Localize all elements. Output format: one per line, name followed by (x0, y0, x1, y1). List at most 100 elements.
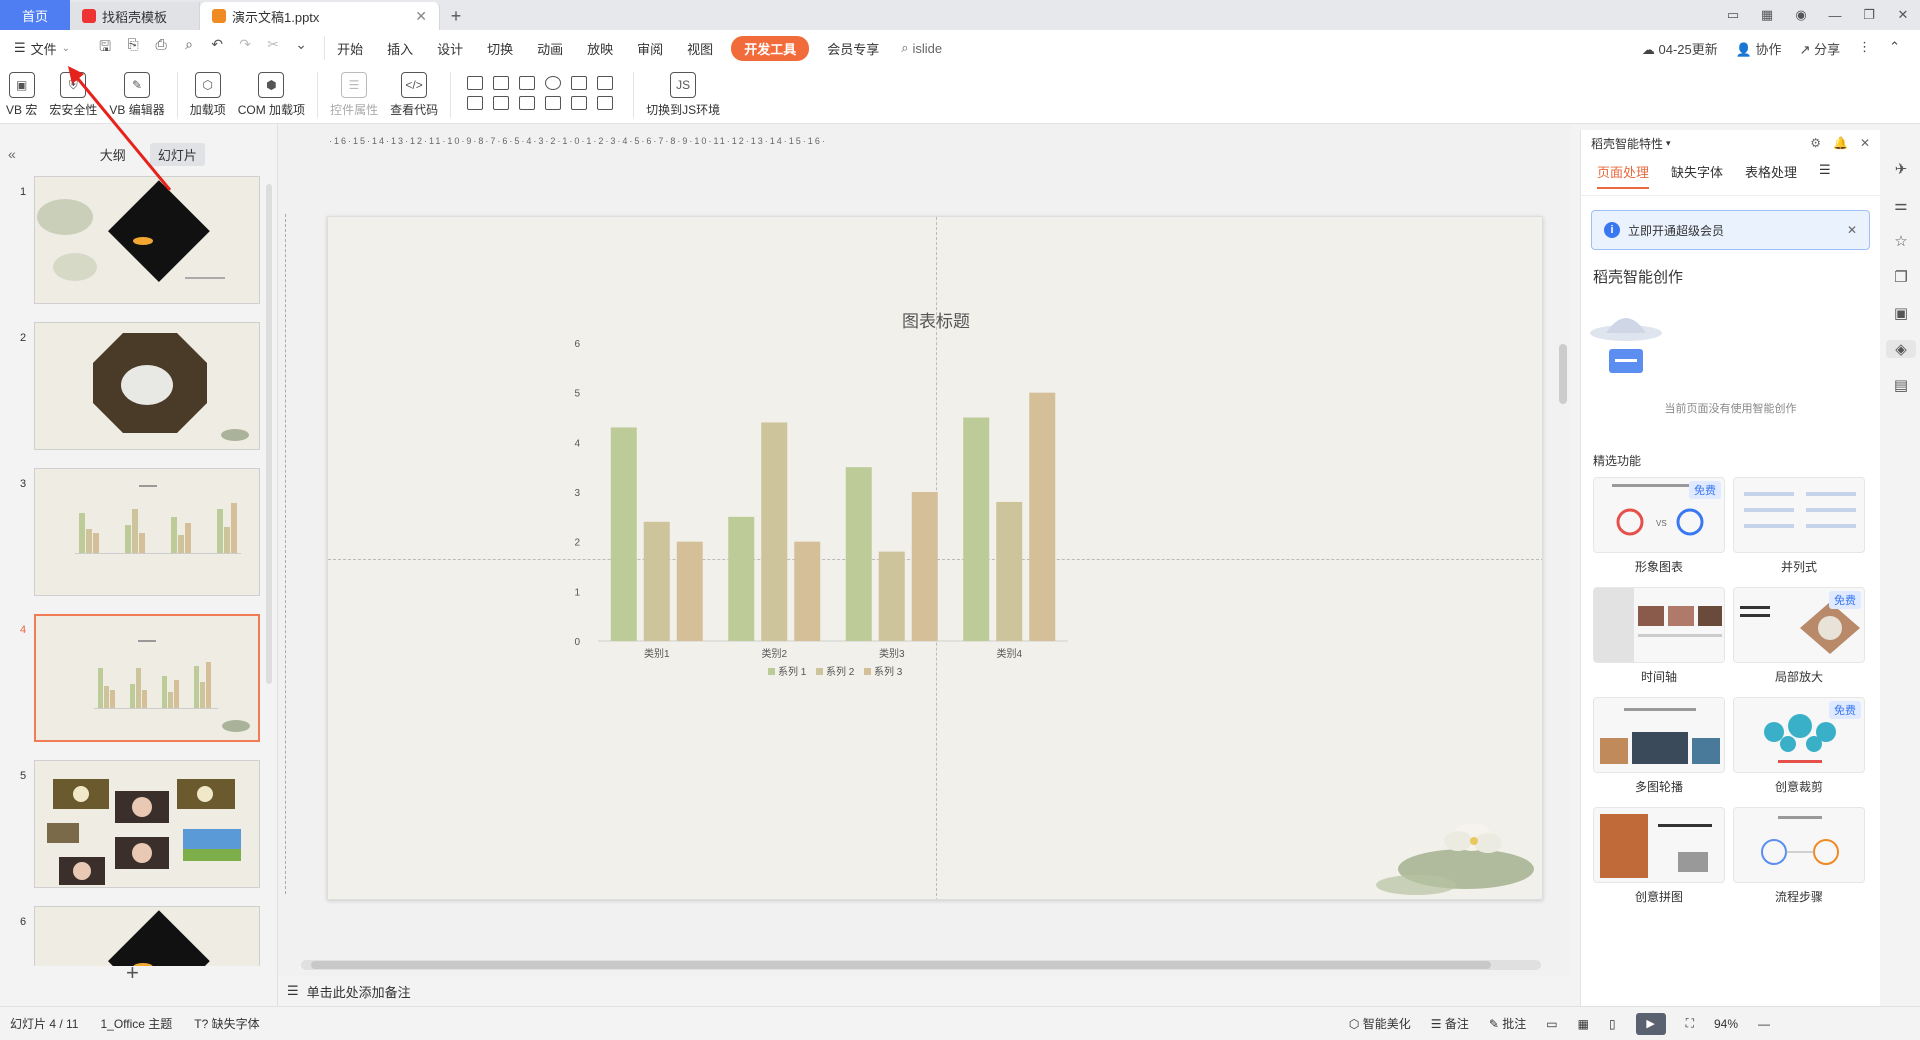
com-addins-button[interactable]: ⬢ COM 加载项 (232, 72, 311, 118)
feature-item[interactable]: 多图轮播 (1593, 697, 1725, 803)
fit-icon[interactable]: ⛶ (1686, 1016, 1694, 1031)
menu-design[interactable]: 设计 (425, 39, 475, 58)
rocket-icon[interactable]: ✈ (1895, 160, 1908, 178)
tab-slides[interactable]: 幻灯片 (149, 142, 205, 166)
avatar[interactable]: ◉ (1784, 7, 1818, 23)
switch-js-button[interactable]: JS 切换到JS环境 (640, 72, 726, 118)
canvas-horizontal-scrollbar[interactable] (301, 960, 1541, 970)
menu-view[interactable]: 视图 (675, 39, 725, 58)
feature-item[interactable]: 流程步骤 (1733, 807, 1865, 913)
menu-transition[interactable]: 切换 (475, 39, 525, 58)
tab-template[interactable]: 找稻壳模板 (70, 2, 200, 30)
feature-item[interactable]: VS 免费 形象图表 (1593, 477, 1725, 583)
smart-feature-icon[interactable]: ◈ (1886, 340, 1916, 358)
slide-thumbnail-2[interactable] (34, 322, 260, 450)
label-control-icon[interactable] (545, 96, 562, 110)
image-control-icon[interactable] (571, 96, 588, 110)
print-icon[interactable]: ⎙ (152, 36, 170, 60)
comments-button[interactable]: ✎ 批注 (1489, 1015, 1526, 1032)
save-icon[interactable]: 🖫 (96, 36, 114, 60)
current-slide[interactable]: 图表标题 0 1 2 3 4 5 6 类别1 类别2 类别3 类别4 系列 1 系列 2 系列 3 (327, 216, 1543, 900)
tab-document[interactable]: 演示文稿1.pptx ✕ (200, 2, 440, 30)
tab-table-processing[interactable]: 表格处理 (1745, 162, 1797, 189)
bar-chart[interactable]: 图表标题 0 1 2 3 4 5 6 类别1 类别2 类别3 类别4 系列 1 系列 2 系列 3 (328, 217, 1543, 900)
notes-button[interactable]: ☰ 备注 (1431, 1015, 1469, 1032)
menu-review[interactable]: 审阅 (625, 39, 675, 58)
minimize-icon[interactable]: — (1818, 8, 1852, 23)
reading-view-icon[interactable]: ▯ (1609, 1017, 1616, 1031)
tab-missing-font[interactable]: 缺失字体 (1671, 162, 1723, 189)
close-pane-icon[interactable]: ✕ (1860, 136, 1870, 150)
button-control-icon[interactable] (519, 76, 536, 90)
tab-outline[interactable]: 大纲 (100, 145, 126, 164)
image-icon[interactable]: ▣ (1894, 304, 1908, 322)
menu-slideshow[interactable]: 放映 (575, 39, 625, 58)
vb-macro-button[interactable]: ▣ VB 宏 (0, 72, 43, 118)
collapse-panel-icon[interactable]: « (8, 146, 16, 162)
frame-control-icon[interactable] (597, 96, 614, 110)
feature-item[interactable]: 免费 创意裁剪 (1733, 697, 1865, 803)
more-icon[interactable]: ⌄ (292, 36, 310, 60)
format-painter-icon[interactable]: ✂ (264, 36, 282, 60)
menu-home[interactable]: 开始 (325, 39, 375, 58)
search-box[interactable]: ⌕ islide (891, 40, 952, 56)
tab-page-processing[interactable]: 页面处理 (1597, 162, 1650, 189)
feature-item[interactable]: 时间轴 (1593, 587, 1725, 693)
slide-thumbnail-3[interactable] (34, 468, 260, 596)
radio-control-icon[interactable] (545, 76, 562, 90)
feature-item[interactable]: 并列式 (1733, 477, 1865, 583)
slide-thumbnail-5[interactable] (34, 760, 260, 888)
close-banner-icon[interactable]: ✕ (1847, 223, 1857, 237)
star-icon[interactable]: ☆ (1894, 232, 1907, 250)
file-menu-button[interactable]: ☰ 文件 ⌄ (0, 39, 82, 58)
vb-editor-button[interactable]: ✎ VB 编辑器 (103, 72, 170, 118)
slide-thumbnail-1[interactable] (34, 176, 260, 304)
missing-font-button[interactable]: T? 缺失字体 (194, 1015, 259, 1032)
menu-icon[interactable]: ☰ (1819, 162, 1831, 189)
menu-member[interactable]: 会员专享 (815, 39, 891, 58)
settings-icon[interactable]: ⚙ (1810, 136, 1821, 150)
menu-insert[interactable]: 插入 (375, 39, 425, 58)
menu-developer[interactable]: 开发工具 (731, 35, 810, 61)
add-slide-button[interactable]: + (126, 960, 139, 986)
preview-icon[interactable]: ⌕ (180, 36, 198, 60)
view-code-button[interactable]: </> 查看代码 (384, 72, 444, 118)
export-icon[interactable]: ⎘ (124, 36, 142, 60)
new-tab-button[interactable]: + (440, 2, 472, 30)
pin-icon[interactable]: 🔔 (1833, 136, 1848, 150)
listbox-control-icon[interactable] (571, 76, 588, 90)
more-menu-icon[interactable]: ⋮ (1858, 39, 1871, 58)
normal-view-icon[interactable]: ▭ (1546, 1017, 1557, 1031)
toggle-control-icon[interactable] (467, 96, 484, 110)
grid-icon[interactable]: ▦ (1750, 7, 1784, 23)
close-window-icon[interactable]: ✕ (1886, 7, 1920, 23)
beautify-button[interactable]: ⬡ 智能美化 (1349, 1015, 1411, 1032)
close-tab-icon[interactable]: ✕ (415, 8, 427, 25)
canvas-vertical-scrollbar[interactable] (1559, 344, 1567, 404)
menu-animation[interactable]: 动画 (525, 39, 575, 58)
copy-icon[interactable]: ❐ (1894, 268, 1907, 286)
scroll-thumb[interactable] (311, 961, 1491, 969)
slide-thumbnail-6[interactable] (34, 906, 260, 966)
thumbnail-scrollbar[interactable] (266, 184, 272, 684)
restore-icon[interactable]: ❐ (1852, 7, 1886, 23)
notes-area[interactable]: ☰ 单击此处添加备注 (279, 976, 1571, 1006)
zoom-out-icon[interactable]: — (1758, 1017, 1770, 1031)
feature-item[interactable]: 免费 局部放大 (1733, 587, 1865, 693)
addins-button[interactable]: ⬡ 加载项 (184, 72, 232, 118)
sorter-view-icon[interactable]: ▦ (1578, 1017, 1589, 1031)
undo-icon[interactable]: ↶ (208, 36, 226, 60)
collapse-ribbon-icon[interactable]: ⌃ (1889, 39, 1900, 58)
combobox-control-icon[interactable] (597, 76, 614, 90)
tab-home[interactable]: 首页 (0, 0, 70, 30)
zoom-level[interactable]: 94% (1714, 1017, 1738, 1031)
pane-title[interactable]: 稻壳智能特性 (1591, 135, 1663, 152)
collab-button[interactable]: 👤 协作 (1736, 39, 1782, 58)
spin-control-icon[interactable] (493, 96, 510, 110)
book-icon[interactable]: ▤ (1894, 376, 1908, 394)
play-button[interactable]: ▶ (1635, 1012, 1666, 1035)
feature-item[interactable]: 创意拼图 (1593, 807, 1725, 913)
scrollbar-control-icon[interactable] (519, 96, 536, 110)
sliders-icon[interactable]: ⚌ (1894, 196, 1907, 214)
redo-icon[interactable]: ↷ (236, 36, 254, 60)
